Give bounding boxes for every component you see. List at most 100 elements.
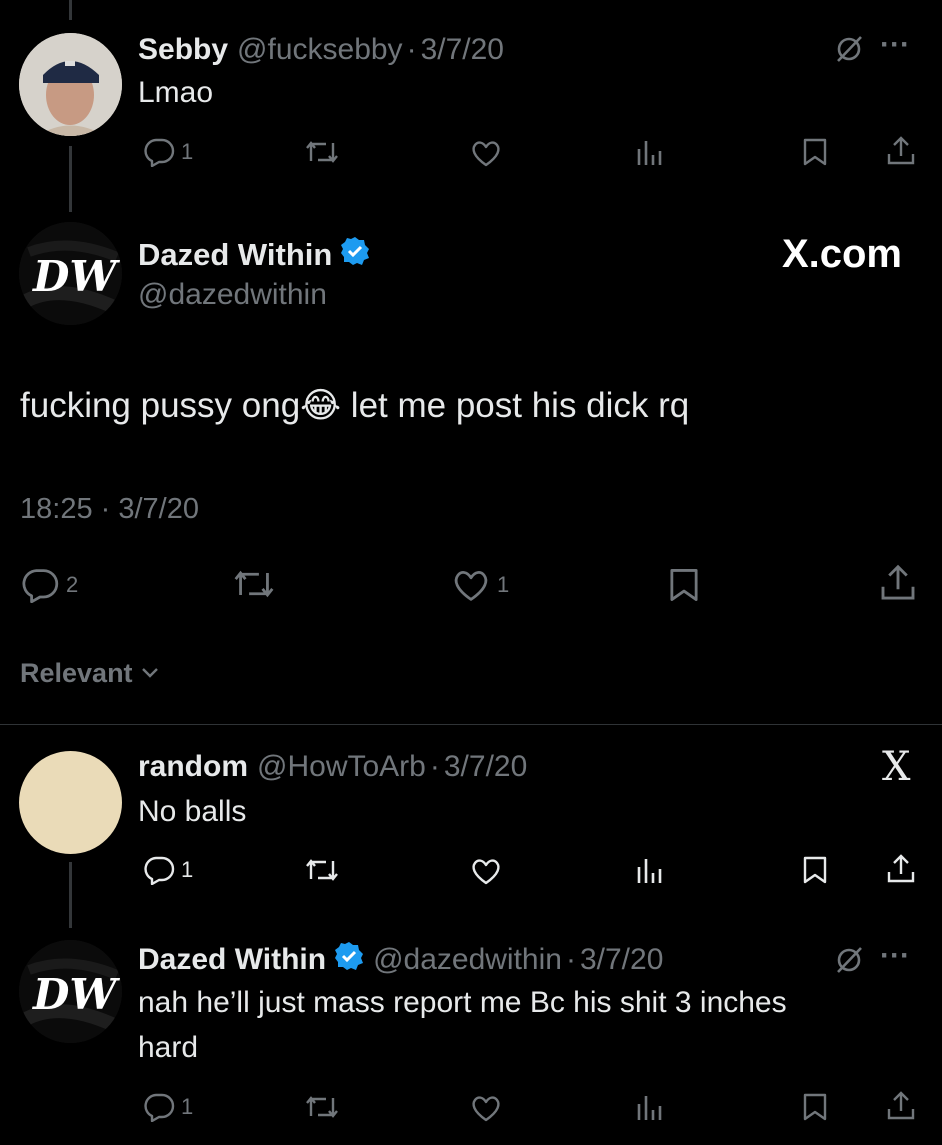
author-name[interactable]: random: [138, 750, 248, 784]
avatar-random[interactable]: [19, 751, 122, 854]
avatar-logo-text: DW: [33, 252, 117, 301]
reply-button[interactable]: 1: [143, 1092, 193, 1122]
views-button[interactable]: [635, 137, 665, 167]
reply-count: 1: [181, 1094, 194, 1119]
verified-badge-icon: [334, 941, 364, 979]
author-name[interactable]: Dazed Within: [138, 237, 332, 273]
reply-icon: [144, 138, 175, 167]
share-button[interactable]: [885, 853, 917, 885]
views-icon: [637, 859, 662, 883]
bookmark-icon: [803, 1093, 827, 1121]
author-handle[interactable]: @dazedwithin: [138, 278, 327, 312]
author-handle[interactable]: @dazedwithin: [373, 943, 562, 977]
bookmark-icon: [803, 138, 827, 166]
thread-line-top: [69, 0, 72, 20]
main-author-row: Dazed Within: [138, 234, 370, 276]
repost-icon: [306, 1096, 338, 1118]
avatar-sebby[interactable]: [19, 33, 122, 136]
thread-line-sebby: [69, 146, 72, 212]
avatar-logo-text: DW: [33, 970, 117, 1019]
sort-replies-dropdown[interactable]: Relevant: [20, 655, 159, 691]
repost-button[interactable]: [304, 857, 340, 883]
x-logo-icon[interactable]: X: [882, 744, 910, 790]
post-text: Lmao: [138, 76, 214, 109]
post-date[interactable]: 3/7/20: [580, 943, 663, 977]
chevron-down-icon: [141, 668, 158, 678]
avatar-dazed-within[interactable]: DW: [19, 940, 122, 1043]
reply-count: 1: [181, 857, 194, 882]
post-text-line2: hard: [138, 1031, 199, 1064]
sebby-header: Sebby @fucksebby · 3/7/20: [138, 30, 504, 70]
author-name[interactable]: Sebby: [138, 33, 228, 67]
like-button[interactable]: [470, 138, 502, 168]
separator-dot: ·: [406, 33, 417, 66]
bookmark-icon: [670, 569, 698, 601]
heart-icon: [472, 1096, 500, 1122]
repost-button[interactable]: [304, 139, 340, 165]
share-button[interactable]: [885, 135, 917, 167]
views-button[interactable]: [635, 855, 665, 885]
reply-icon: [144, 1093, 175, 1122]
share-button[interactable]: [885, 1090, 917, 1122]
avatar-sebby-image: [19, 33, 122, 136]
bookmark-button[interactable]: [801, 137, 829, 167]
heart-icon: [472, 141, 500, 167]
reply-button[interactable]: 1: [143, 137, 193, 167]
like-count: 1: [497, 572, 510, 597]
repost-icon: [234, 570, 274, 598]
reply-button[interactable]: 1: [143, 855, 193, 885]
bookmark-button[interactable]: [667, 566, 701, 604]
bookmark-button[interactable]: [801, 855, 829, 885]
bookmark-icon: [803, 856, 827, 884]
dazed-reply-header: Dazed Within @dazedwithin · 3/7/20: [138, 939, 663, 981]
section-divider: [0, 724, 942, 725]
post-text-part2: let me post his dick rq: [341, 386, 690, 425]
like-button[interactable]: 1: [451, 567, 509, 603]
post-date[interactable]: 3/7/20: [421, 33, 504, 67]
author-handle[interactable]: @fucksebby: [237, 33, 403, 67]
repost-button[interactable]: [232, 568, 276, 600]
separator-dot: ·: [565, 943, 576, 976]
avatar-dazed-within[interactable]: DW: [19, 222, 122, 325]
share-button[interactable]: [878, 563, 918, 603]
like-button[interactable]: [470, 1093, 502, 1123]
more-options-icon[interactable]: ···: [880, 28, 910, 62]
heart-icon: [454, 571, 488, 601]
grok-icon[interactable]: [834, 34, 864, 69]
x-com-watermark: X.com: [781, 232, 902, 276]
post-text-part1: fucking pussy ong: [20, 386, 301, 425]
views-icon: [637, 141, 662, 165]
share-icon: [887, 854, 915, 883]
bookmark-button[interactable]: [801, 1092, 829, 1122]
reply-count: 1: [181, 139, 194, 164]
sort-label: Relevant: [20, 657, 133, 688]
share-icon: [887, 136, 915, 165]
main-post-text: fucking pussy ong😂 let me post his dick …: [20, 386, 689, 426]
like-button[interactable]: [470, 856, 502, 886]
post-timestamp[interactable]: 18:25 · 3/7/20: [20, 493, 199, 526]
thread-line-random: [69, 862, 72, 928]
repost-icon: [306, 141, 338, 163]
random-header: random @HowToArb · 3/7/20: [138, 747, 527, 787]
share-icon: [887, 1091, 915, 1120]
repost-button[interactable]: [304, 1094, 340, 1120]
reply-button[interactable]: 2: [20, 567, 78, 603]
verified-badge-icon: [340, 236, 370, 274]
post-text-line1: nah he’ll just mass report me Bc his shi…: [138, 986, 787, 1019]
grok-icon[interactable]: [834, 945, 864, 980]
author-handle[interactable]: @HowToArb: [257, 750, 426, 784]
author-name[interactable]: Dazed Within: [138, 943, 326, 977]
more-options-icon[interactable]: ···: [880, 939, 910, 973]
post-text: No balls: [138, 795, 247, 828]
repost-icon: [306, 859, 338, 881]
reply-icon: [22, 569, 59, 603]
reply-icon: [144, 856, 175, 885]
share-icon: [881, 564, 915, 600]
heart-icon: [472, 859, 500, 885]
reply-count: 2: [66, 572, 79, 597]
views-icon: [637, 1096, 662, 1120]
views-button[interactable]: [635, 1092, 665, 1122]
post-date[interactable]: 3/7/20: [444, 750, 527, 784]
laughing-emoji-icon: 😂: [300, 386, 342, 425]
separator-dot: ·: [429, 750, 440, 783]
